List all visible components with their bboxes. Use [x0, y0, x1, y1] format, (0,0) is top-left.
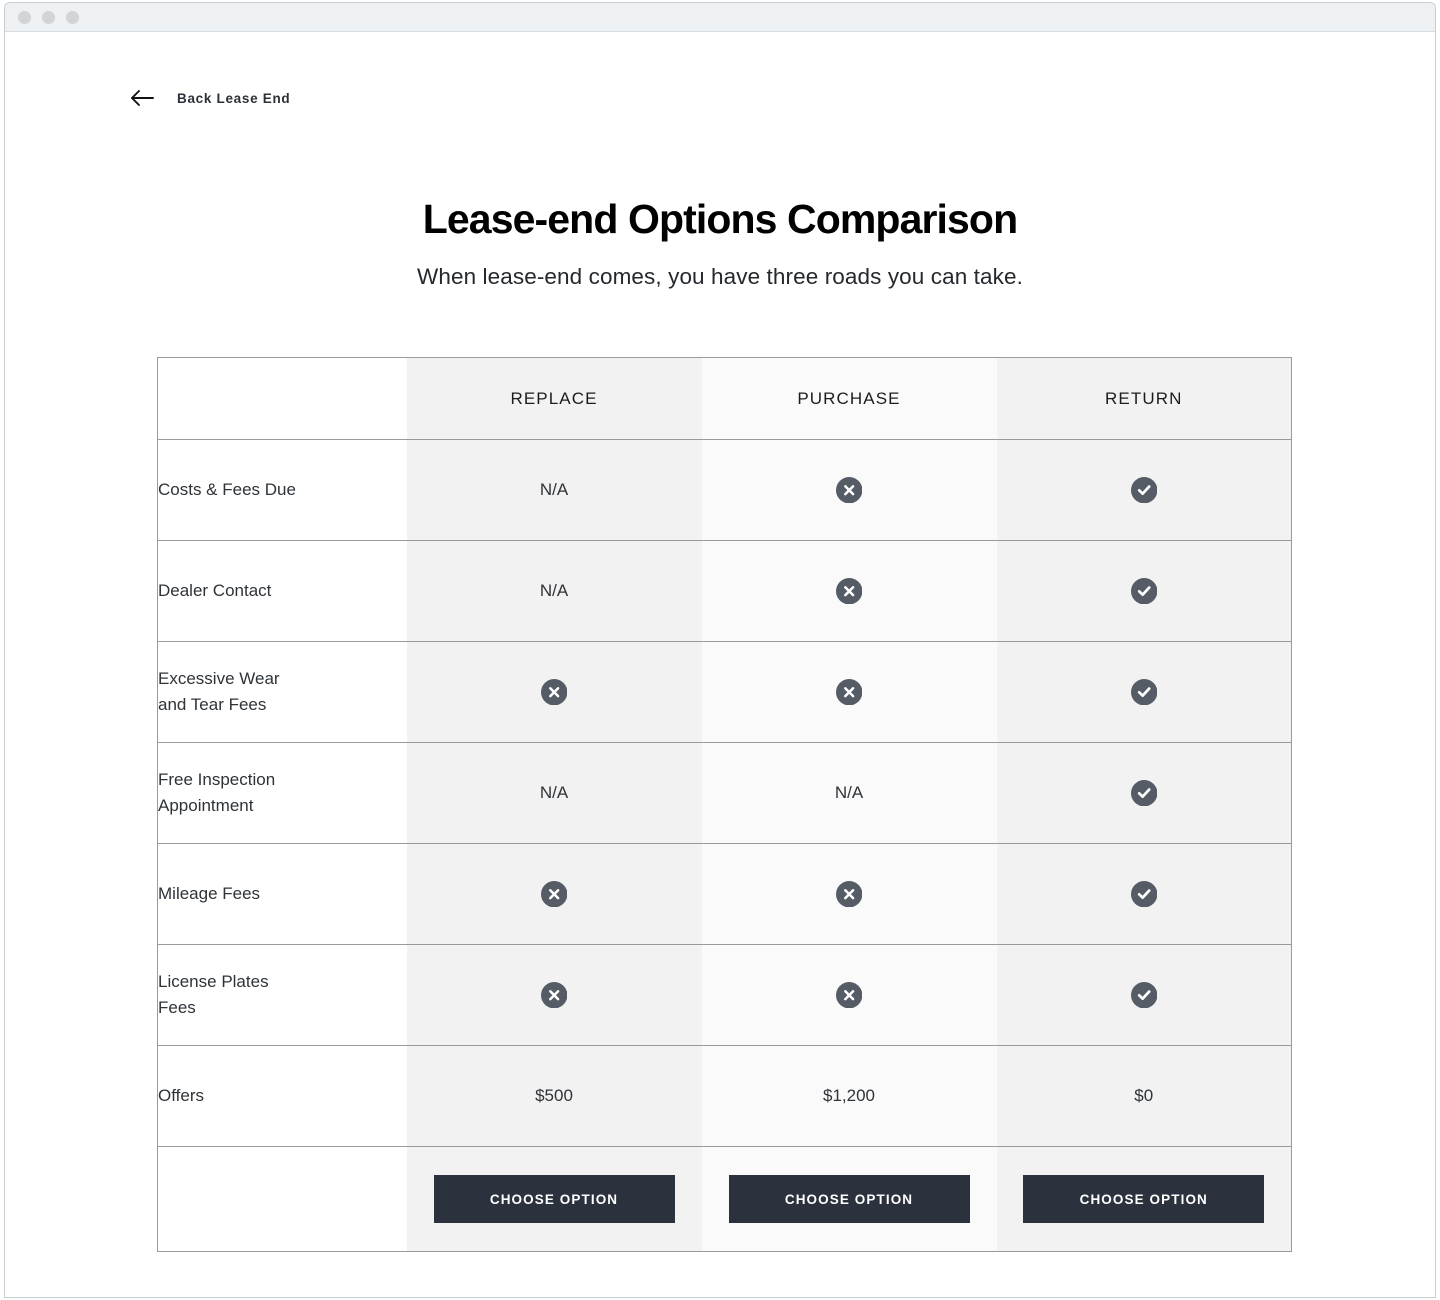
- row-label-line: Free Inspection: [158, 769, 276, 789]
- cell-replace-circle-x-icon: [406, 944, 702, 1046]
- window-titlebar: [5, 3, 1435, 32]
- cell-purchase-circle-x-icon: [701, 540, 997, 642]
- page-subtitle: When lease-end comes, you have three roa…: [417, 264, 1023, 289]
- circle-x-icon: [835, 880, 863, 908]
- circle-x-icon: [540, 981, 568, 1009]
- comparison-table: REPLACE PURCHASE RETURN Costs & Fees Due…: [157, 357, 1292, 1252]
- cell-purchase-value: N/A: [701, 742, 997, 844]
- circle-x-icon: [835, 577, 863, 605]
- row-label: Excessive Wear and Tear Fees: [157, 641, 407, 743]
- comparison-table-wrapper: REPLACE PURCHASE RETURN Costs & Fees Due…: [157, 357, 1292, 1252]
- cell-replace-value: N/A: [406, 540, 702, 642]
- table-header-row: REPLACE PURCHASE RETURN: [157, 357, 1292, 440]
- row-label-line: and Tear Fees: [158, 695, 267, 714]
- circle-x-icon: [540, 678, 568, 706]
- cell-value-text: N/A: [834, 783, 864, 802]
- circle-x-icon: [835, 981, 863, 1009]
- row-label-line: Excessive Wear: [158, 668, 280, 688]
- choose-option-button-purchase[interactable]: CHOOSE OPTION: [728, 1175, 970, 1223]
- row-label-line: License Plates: [158, 971, 269, 991]
- table-row: Offers $500 $1,200 $0: [157, 1045, 1292, 1147]
- cta-row-empty-label: [157, 1146, 407, 1252]
- cell-value-text: N/A: [539, 480, 569, 499]
- cell-return-circle-check-icon: [996, 843, 1292, 945]
- table-head: REPLACE PURCHASE RETURN: [157, 357, 1292, 440]
- table-row: Excessive Wear and Tear Fees: [157, 641, 1292, 743]
- cell-return-circle-check-icon: [996, 742, 1292, 844]
- cell-value-text: $500: [535, 1086, 573, 1105]
- row-label: Dealer Contact: [157, 540, 407, 642]
- row-label: Costs & Fees Due: [157, 439, 407, 541]
- cell-purchase-circle-x-icon: [701, 641, 997, 743]
- cell-purchase-circle-x-icon: [701, 843, 997, 945]
- circle-check-icon: [1130, 779, 1157, 807]
- column-header-replace: REPLACE: [406, 357, 702, 440]
- cell-return-circle-check-icon: [996, 540, 1292, 642]
- column-header-purchase: PURCHASE: [701, 357, 997, 440]
- cell-return-circle-check-icon: [996, 439, 1292, 541]
- cta-cell-replace: CHOOSE OPTION: [406, 1146, 702, 1252]
- page-title: Lease-end Options Comparison: [422, 196, 1018, 242]
- circle-check-icon: [1130, 577, 1157, 605]
- cell-return-circle-check-icon: [996, 641, 1292, 743]
- circle-check-icon: [1130, 880, 1157, 908]
- row-label: Offers: [157, 1045, 407, 1147]
- traffic-light-close-icon[interactable]: [18, 10, 31, 24]
- cell-value-text: $1,200: [823, 1086, 875, 1105]
- cell-replace-circle-x-icon: [406, 641, 702, 743]
- browser-window: Back Lease End Lease-end Options Compari…: [4, 2, 1436, 1298]
- cta-cell-purchase: CHOOSE OPTION: [701, 1146, 997, 1252]
- table-row: Dealer Contact N/A: [157, 540, 1292, 642]
- cta-cell-return: CHOOSE OPTION: [996, 1146, 1292, 1252]
- circle-x-icon: [835, 678, 863, 706]
- circle-x-icon: [540, 880, 568, 908]
- row-label-line: Fees: [158, 998, 196, 1017]
- arrow-left-icon: [129, 87, 155, 109]
- choose-option-button-replace[interactable]: CHOOSE OPTION: [433, 1175, 675, 1223]
- cell-replace-circle-x-icon: [406, 843, 702, 945]
- traffic-light-maximize-icon[interactable]: [66, 10, 79, 24]
- cell-value-text: $0: [1134, 1086, 1154, 1105]
- circle-check-icon: [1130, 981, 1157, 1009]
- cell-value-text: N/A: [539, 783, 569, 802]
- circle-check-icon: [1130, 678, 1157, 706]
- corner-cell: [157, 357, 407, 440]
- cell-replace-value: N/A: [406, 439, 702, 541]
- traffic-light-minimize-icon[interactable]: [42, 10, 55, 24]
- page-content: Back Lease End Lease-end Options Compari…: [5, 32, 1435, 1297]
- row-label: Free Inspection Appointment: [157, 742, 407, 844]
- table-row: License Plates Fees: [157, 944, 1292, 1046]
- circle-check-icon: [1130, 476, 1157, 504]
- back-link-label: Back Lease End: [177, 90, 291, 106]
- cell-replace-value: N/A: [406, 742, 702, 844]
- table-row: Costs & Fees Due N/A: [157, 439, 1292, 541]
- row-label: Mileage Fees: [157, 843, 407, 945]
- cell-value-text: N/A: [539, 581, 569, 600]
- cell-return-circle-check-icon: [996, 944, 1292, 1046]
- row-label-line: Appointment: [158, 796, 254, 815]
- circle-x-icon: [835, 476, 863, 504]
- back-link[interactable]: Back Lease End: [129, 87, 290, 109]
- cta-row: CHOOSE OPTION CHOOSE OPTION CHOOSE OPTION: [157, 1146, 1292, 1252]
- table-body: Costs & Fees Due N/A Dealer Contact N/A Exce…: [157, 439, 1292, 1252]
- row-label: License Plates Fees: [157, 944, 407, 1046]
- table-row: Free Inspection Appointment N/A N/A: [157, 742, 1292, 844]
- cell-return-value: $0: [996, 1045, 1292, 1147]
- column-header-return: RETURN: [996, 357, 1292, 440]
- cell-purchase-value: $1,200: [701, 1045, 997, 1147]
- cell-purchase-circle-x-icon: [701, 944, 997, 1046]
- table-row: Mileage Fees: [157, 843, 1292, 945]
- cell-purchase-circle-x-icon: [701, 439, 997, 541]
- choose-option-button-return[interactable]: CHOOSE OPTION: [1023, 1175, 1265, 1223]
- cell-replace-value: $500: [406, 1045, 702, 1147]
